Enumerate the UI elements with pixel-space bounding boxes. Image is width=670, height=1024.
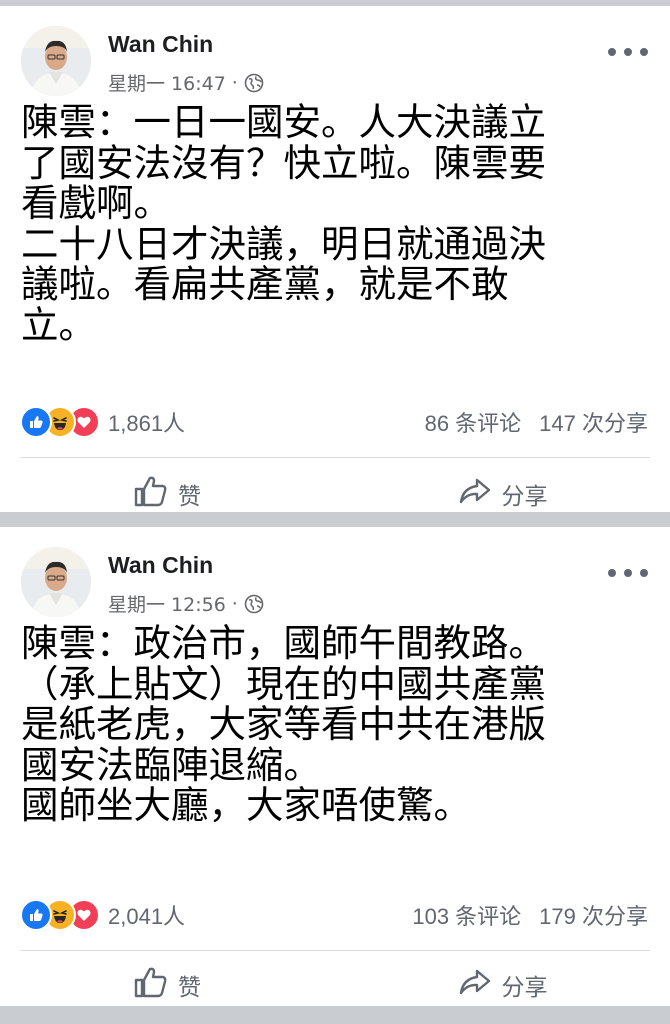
thumbs-up-icon [134, 475, 178, 513]
post-line: （承上貼文）現在的中國共產黨 [21, 661, 546, 706]
like-label: 赞 [178, 975, 201, 1001]
more-options-icon[interactable] [608, 42, 648, 62]
post-meta: 星期一 16:47 · [108, 69, 264, 96]
share-count[interactable]: 147 次分享 [539, 406, 648, 438]
reactions-summary[interactable]: 1,861人 [20, 406, 185, 438]
divider [20, 950, 650, 951]
post-line: 立。 [21, 302, 96, 347]
post-meta: 星期一 12:56 · [108, 590, 264, 617]
globe-icon [244, 73, 264, 93]
post-card: Wan Chin 星期一 16:47 · 陳雲：一日一國安。人大決議立 了國安法… [0, 6, 670, 512]
post-line: 議啦。看扁共產黨，就是不敢 [21, 262, 509, 306]
action-bar: 赞 分享 [0, 464, 670, 524]
avatar[interactable] [21, 547, 91, 617]
like-label: 赞 [178, 484, 201, 510]
like-reaction-icon [20, 406, 52, 438]
reactions-summary[interactable]: 2,041人 [20, 899, 185, 931]
meta-separator: · [231, 592, 238, 615]
avatar[interactable] [21, 26, 91, 96]
post-card: Wan Chin 星期一 12:56 · 陳雲：政治市，國師午間教路。 （承上貼… [0, 527, 670, 1006]
post-timestamp[interactable]: 星期一 16:47 [108, 69, 226, 96]
engagement-bar: 2,041人 103 条评论 179 次分享 [0, 895, 670, 935]
like-button[interactable]: 赞 [0, 464, 335, 524]
post-header: Wan Chin 星期一 16:47 · [0, 6, 670, 96]
post-timestamp[interactable]: 星期一 12:56 [108, 590, 226, 617]
like-button[interactable]: 赞 [0, 955, 335, 1015]
divider [20, 457, 650, 458]
post-header: Wan Chin 星期一 12:56 · [0, 527, 670, 617]
engagement-bar: 1,861人 86 条评论 147 次分享 [0, 402, 670, 442]
post-line: 是紙老虎，大家等看中共在港版 [21, 702, 546, 746]
share-arrow-icon [458, 968, 502, 1002]
comment-share-counts: 86 条评论 147 次分享 [425, 406, 648, 438]
author-name[interactable]: Wan Chin [108, 31, 213, 58]
globe-icon [244, 594, 264, 614]
post-line: 陳雲：一日一國安。人大決議立 [21, 100, 546, 144]
share-count[interactable]: 179 次分享 [539, 899, 648, 931]
comment-share-counts: 103 条评论 179 次分享 [412, 899, 648, 931]
post-body: 陳雲：一日一國安。人大決議立 了國安法沒有？快立啦。陳雲要 看戲啊。 二十八日才… [21, 92, 650, 345]
action-bar: 赞 分享 [0, 955, 670, 1015]
share-arrow-icon [458, 477, 502, 511]
reaction-count: 2,041人 [108, 904, 186, 929]
comment-count[interactable]: 86 条评论 [425, 406, 522, 438]
share-button[interactable]: 分享 [335, 955, 670, 1015]
post-line: 了國安法沒有？快立啦。陳雲要 [21, 140, 546, 185]
post-line: 國安法臨陣退縮。 [21, 742, 321, 787]
post-line: 陳雲：政治市，國師午間教路。 [21, 621, 546, 665]
reaction-count: 1,861人 [108, 411, 186, 436]
thumbs-up-icon [134, 966, 178, 1004]
comment-count[interactable]: 103 条评论 [412, 899, 521, 931]
share-button[interactable]: 分享 [335, 464, 670, 524]
author-name[interactable]: Wan Chin [108, 552, 213, 579]
post-line: 國師坐大廳，大家唔使驚。 [21, 783, 471, 827]
more-options-icon[interactable] [608, 563, 648, 583]
post-line: 二十八日才決議，明日就通過決 [21, 221, 546, 266]
like-reaction-icon [20, 899, 52, 931]
post-body: 陳雲：政治市，國師午間教路。 （承上貼文）現在的中國共產黨 是紙老虎，大家等看中… [21, 613, 650, 826]
share-label: 分享 [501, 484, 548, 510]
post-line: 看戲啊。 [21, 181, 171, 225]
meta-separator: · [231, 71, 238, 94]
share-label: 分享 [501, 975, 548, 1001]
